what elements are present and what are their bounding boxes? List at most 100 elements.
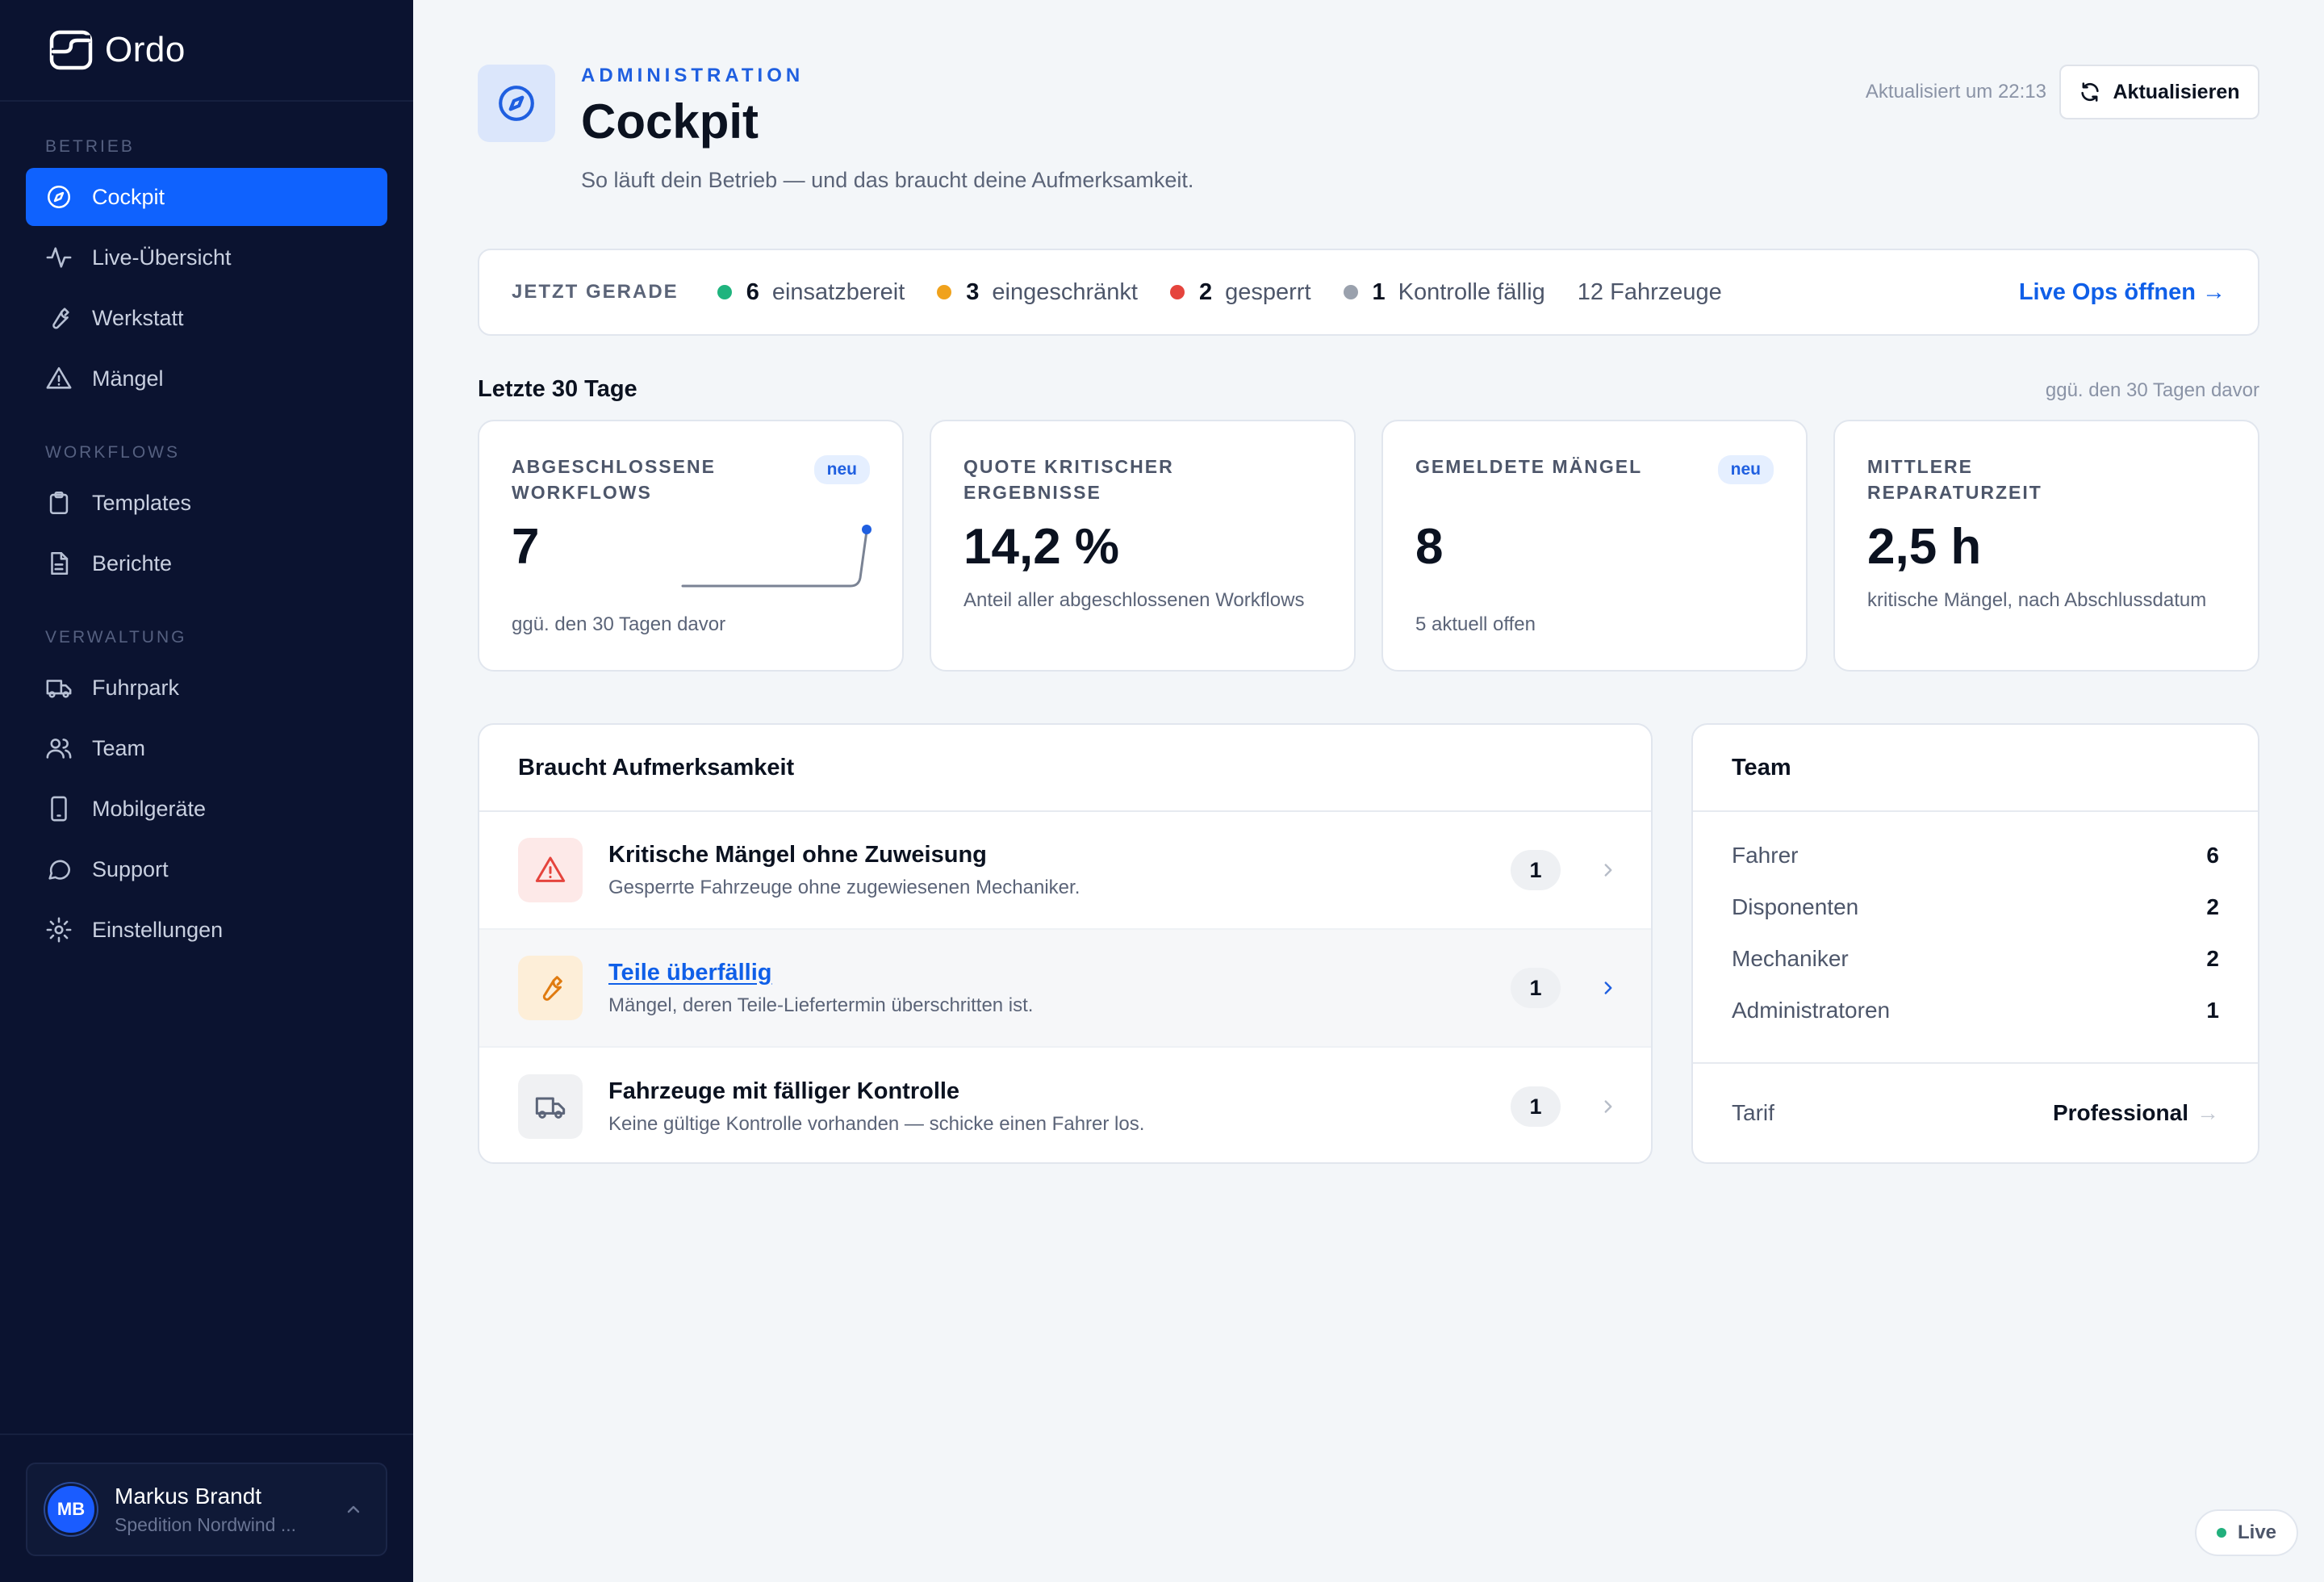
sparkline-point [862, 525, 872, 534]
plan-value-wrap: Professional → [2053, 1100, 2219, 1126]
user-org: Spedition Nordwind ... [115, 1513, 297, 1535]
team-role: Fahrer [1732, 843, 1799, 868]
attention-list: Kritische Mängel ohne Zuweisung Gesperrt… [479, 812, 1651, 1162]
sidebar-item-label: Cockpit [92, 184, 165, 209]
plan-label: Tarif [1732, 1100, 1774, 1125]
nav-section-label: WORKFLOWS [45, 443, 180, 462]
page-eyebrow: ADMINISTRATION [581, 65, 805, 86]
sidebar-item-label: Einstellungen [92, 917, 224, 942]
sidebar-divider [0, 1433, 413, 1435]
document-icon [45, 550, 73, 577]
sidebar-item-live[interactable]: Live-Übersicht [26, 228, 387, 287]
kpi-note: 5 aktuell offen [1415, 613, 1536, 635]
kpi-label: QUOTE KRITISCHER ERGEBNISSE [963, 456, 1174, 503]
count-badge: 1 [1511, 850, 1561, 890]
status-dot [937, 285, 952, 299]
live-ops-link[interactable]: Live Ops öffnen → [2019, 279, 2226, 306]
team-role: Administratoren [1732, 998, 1891, 1023]
team-role: Disponenten [1732, 894, 1859, 919]
count-badge: 1 [1511, 1086, 1561, 1127]
sidebar-item-label: Templates [92, 490, 192, 515]
phone-icon [45, 795, 73, 822]
sidebar-item-team[interactable]: Team [26, 719, 387, 777]
warning-icon [518, 838, 583, 902]
sidebar-item-fuhrpark[interactable]: Fuhrpark [26, 659, 387, 717]
status-count: 2 [1198, 278, 1213, 305]
kpi-note: Anteil aller abgeschlossenen Workflows [963, 589, 1305, 611]
nav-section-label: BETRIEB [45, 137, 135, 156]
team-row: Fahrer 6 [1732, 830, 2219, 881]
clipboard-icon [45, 489, 73, 517]
live-badge[interactable]: Live [2195, 1509, 2298, 1556]
team-row: Mechaniker 2 [1732, 933, 2219, 985]
kpi-label: MITTLERE REPARATURZEIT [1867, 456, 2042, 503]
status-text: gesperrt [1225, 278, 1311, 305]
page-subtitle: So läuft dein Betrieb — und das braucht … [581, 168, 1194, 192]
kpi-label: GEMELDETE MÄNGEL [1415, 456, 1643, 477]
team-title: Team [1693, 725, 2258, 812]
kpi-card[interactable]: QUOTE KRITISCHER ERGEBNISSE 14,2 % Anteil … [930, 420, 1356, 672]
status-dot [1169, 285, 1185, 299]
team-count: 2 [2206, 946, 2219, 971]
chevron-up-icon [347, 1505, 360, 1513]
status-total: 12 Fahrzeuge [1577, 278, 1722, 305]
sidebar-item-berichte[interactable]: Berichte [26, 534, 387, 592]
status-dot [1343, 285, 1358, 299]
attention-item[interactable]: Fahrzeuge mit fälliger Kontrolle Keine g… [479, 1048, 1651, 1162]
status-count: 3 [966, 278, 980, 305]
brand-name: Ordo [105, 30, 186, 69]
last-updated: Aktualisiert um 22:13 [1865, 81, 2046, 103]
sidebar-item-maengel[interactable]: Mängel [26, 349, 387, 408]
team-count: 6 [2206, 843, 2219, 868]
users-icon [45, 734, 73, 762]
sidebar-item-templates[interactable]: Templates [26, 474, 387, 532]
kpi-value: 2,5 h [1867, 519, 1982, 575]
page-title: Cockpit [581, 94, 759, 149]
chevron-right-icon [1598, 860, 1619, 881]
sparkline-chart [681, 525, 872, 588]
kpi-card[interactable]: GEMELDETE MÄNGEL neu 8 5 aktuell offen [1381, 420, 1808, 672]
wrench-icon [45, 304, 73, 332]
sidebar-item-label: Werkstatt [92, 305, 184, 330]
status-item: 3 eingeschränkt [937, 279, 1138, 306]
truck-icon [518, 1074, 583, 1139]
kpi-row: ABGESCHLOSSENE WORKFLOWS neu 7 ggü. den 30… [478, 420, 2259, 672]
user-name: Markus Brandt [115, 1483, 262, 1509]
refresh-button[interactable]: Aktualisieren [2059, 65, 2259, 119]
sidebar-item-mobil[interactable]: Mobilgeräte [26, 780, 387, 838]
new-badge: neu [1717, 455, 1774, 484]
sidebar-item-support[interactable]: Support [26, 840, 387, 898]
period-note: ggü. den 30 Tagen davor [2045, 379, 2259, 401]
chevron-right-icon [1598, 977, 1619, 998]
status-count: 6 [746, 278, 759, 305]
sparkline-line [681, 529, 868, 588]
sidebar: Ordo BETRIEB Cockpit Live-Übersicht Werk… [0, 0, 413, 1582]
sidebar-item-werkstatt[interactable]: Werkstatt [26, 289, 387, 347]
attention-title: Fahrzeuge mit fälliger Kontrolle [608, 1078, 960, 1104]
status-dot [717, 285, 732, 299]
truck-icon [45, 674, 73, 701]
user-menu[interactable]: MB Markus Brandt Spedition Nordwind ... [26, 1463, 387, 1556]
avatar: MB [45, 1484, 97, 1535]
plan-row[interactable]: Tarif Professional → [1693, 1062, 2258, 1162]
main-content: ADMINISTRATION Cockpit So läuft dein Bet… [478, 0, 2259, 1582]
team-count: 1 [2206, 998, 2219, 1023]
brand[interactable]: Ordo [0, 0, 413, 102]
wrench-icon [518, 956, 583, 1020]
kpi-note: ggü. den 30 Tagen davor [512, 613, 726, 635]
attention-item[interactable]: Teile überfällig Mängel, deren Teile-Lie… [479, 930, 1651, 1048]
kpi-card[interactable]: MITTLERE REPARATURZEIT 2,5 h kritische Män… [1833, 420, 2259, 672]
attention-card: Braucht Aufmerksamkeit Kritische Mängel … [478, 723, 1653, 1164]
sidebar-item-einstellungen[interactable]: Einstellungen [26, 901, 387, 959]
attention-description: Keine gültige Kontrolle vorhanden — schi… [608, 1112, 1145, 1135]
kpi-value: 8 [1415, 519, 1444, 575]
team-count: 2 [2206, 894, 2219, 919]
kpi-value: 7 [512, 519, 540, 575]
attention-item[interactable]: Kritische Mängel ohne Zuweisung Gesperrt… [479, 812, 1651, 930]
status-bar: JETZT GERADE 6 einsatzbereit 3 eingeschr… [478, 249, 2259, 336]
kpi-card[interactable]: ABGESCHLOSSENE WORKFLOWS neu 7 ggü. den 30… [478, 420, 904, 672]
sidebar-item-label: Berichte [92, 550, 173, 575]
sidebar-item-label: Mobilgeräte [92, 796, 207, 821]
sidebar-item-cockpit[interactable]: Cockpit [26, 168, 387, 226]
arrow-right-icon: → [2197, 1100, 2219, 1125]
